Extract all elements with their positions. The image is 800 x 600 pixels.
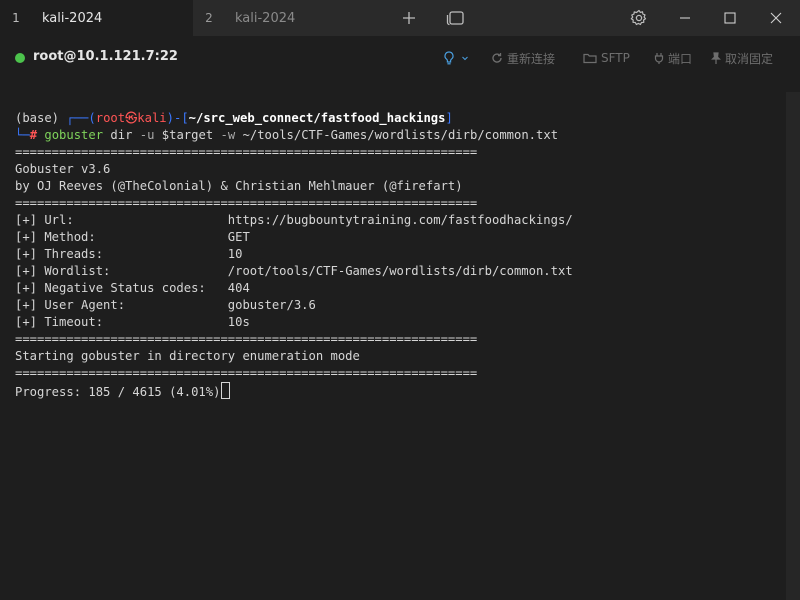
session-host: root@10.1.121.7:22 <box>33 49 178 64</box>
chevron-down-icon <box>462 56 468 61</box>
sftp-label: SFTP <box>601 51 630 65</box>
reconnect-label: 重新连接 <box>507 51 556 66</box>
gear-icon <box>630 9 647 26</box>
minimize-icon <box>680 17 690 19</box>
folder-icon <box>583 53 597 64</box>
connection-status-icon <box>15 53 25 63</box>
config-value: gobuster/3.6 <box>227 298 316 312</box>
config-value: 10s <box>227 315 250 329</box>
sftp-button[interactable]: SFTP <box>583 49 630 67</box>
terminal-cursor <box>221 382 231 399</box>
tab-label: kali-2024 <box>42 10 103 26</box>
conda-env: (base) <box>15 111 67 125</box>
plug-icon <box>654 53 664 64</box>
command-args: ~/tools/CTF-Games/wordlists/dirb/common.… <box>235 128 559 142</box>
prompt-box-bottom: └─ <box>15 128 30 142</box>
hint-button[interactable] <box>443 49 473 67</box>
config-line: [+] Timeout: 10s <box>15 314 250 331</box>
banner-title: Gobuster v3.6 <box>15 162 111 176</box>
prompt-line-2: └─# gobuster dir -u $target -w ~/tools/C… <box>15 127 558 144</box>
config-value: 404 <box>227 281 250 295</box>
prompt-line-1: (base) ┌──(root㉿kali)-[~/src_web_connect… <box>15 110 453 127</box>
pin-icon <box>711 52 721 64</box>
config-key: [+] User Agent: <box>15 298 228 312</box>
command-args: dir <box>103 128 140 142</box>
prompt-close: ] <box>445 111 453 125</box>
config-value: /root/tools/CTF-Games/wordlists/dirb/com… <box>227 264 573 278</box>
terminal-output[interactable]: (base) ┌──(root㉿kali)-[~/src_web_connect… <box>0 92 786 600</box>
port-button[interactable]: 端口 <box>654 49 692 67</box>
separator-line: ========================================… <box>15 332 478 346</box>
separator-line: ========================================… <box>15 196 478 210</box>
separator-line: ========================================… <box>15 366 478 380</box>
refresh-icon <box>492 53 502 63</box>
tab-bar: 1 kali-2024 2 kali-2024 <box>0 0 800 36</box>
config-line: [+] Method: GET <box>15 229 250 246</box>
config-line: [+] User Agent: gobuster/3.6 <box>15 297 316 314</box>
tab-2[interactable]: 2 kali-2024 <box>193 0 383 36</box>
config-key: [+] Method: <box>15 230 228 244</box>
session-bar: root@10.1.121.7:22 重新连接 SFTP 端口 取消固定 <box>0 36 800 80</box>
prompt-at: ㉿ <box>125 111 138 125</box>
config-line: [+] Negative Status codes: 404 <box>15 280 250 297</box>
maximize-icon <box>724 12 736 24</box>
prompt-box-top: ┌──( <box>66 111 96 125</box>
progress-line: Progress: 185 / 4615 (4.01%) <box>15 382 231 399</box>
config-key: [+] Threads: <box>15 247 228 261</box>
unpin-button[interactable]: 取消固定 <box>711 49 773 67</box>
config-key: [+] Url: <box>15 213 228 227</box>
close-button[interactable] <box>764 6 788 30</box>
command-args: $target <box>154 128 221 142</box>
separator-line: ========================================… <box>15 145 478 159</box>
config-key: [+] Wordlist: <box>15 264 228 278</box>
flag-u: -u <box>139 128 155 142</box>
port-label: 端口 <box>668 51 693 66</box>
unpin-label: 取消固定 <box>725 51 774 66</box>
prompt-mid: )-[ <box>166 111 189 125</box>
config-line: [+] Threads: 10 <box>15 246 242 263</box>
minimize-button[interactable] <box>673 6 697 30</box>
tab-label: kali-2024 <box>235 10 296 26</box>
tab-number: 1 <box>12 11 20 25</box>
reconnect-button[interactable]: 重新连接 <box>491 49 555 67</box>
tab-number: 2 <box>205 11 213 25</box>
mode-line: Starting gobuster in directory enumerati… <box>15 349 360 363</box>
config-line: [+] Wordlist: /root/tools/CTF-Games/word… <box>15 263 573 280</box>
tab-1[interactable]: 1 kali-2024 <box>0 0 193 36</box>
close-icon <box>770 12 782 24</box>
progress-text: Progress: 185 / 4615 (4.01%) <box>15 385 221 399</box>
plus-icon <box>403 12 415 24</box>
command-name: gobuster <box>44 128 104 142</box>
config-value: 10 <box>227 247 243 261</box>
prompt-hostname: kali <box>137 111 167 125</box>
config-line: [+] Url: https://bugbountytraining.com/f… <box>15 212 573 229</box>
config-value: GET <box>227 230 250 244</box>
config-value: https://bugbountytraining.com/fastfoodha… <box>227 213 573 227</box>
prompt-user: root <box>95 111 126 125</box>
prompt-cwd: ~/src_web_connect/fastfood_hackings <box>188 111 446 125</box>
lightbulb-icon <box>444 51 454 65</box>
tab-overview-button[interactable] <box>443 6 467 30</box>
terminal-scrollbar[interactable] <box>786 92 800 600</box>
add-tab-button[interactable] <box>397 6 421 30</box>
maximize-button[interactable] <box>718 6 742 30</box>
flag-w: -w <box>220 128 236 142</box>
config-key: [+] Negative Status codes: <box>15 281 228 295</box>
window-list-icon <box>446 11 464 26</box>
prompt-hash: # <box>29 128 38 142</box>
banner-author: by OJ Reeves (@TheColonial) & Christian … <box>15 179 463 193</box>
config-key: [+] Timeout: <box>15 315 228 329</box>
settings-button[interactable] <box>627 6 651 30</box>
